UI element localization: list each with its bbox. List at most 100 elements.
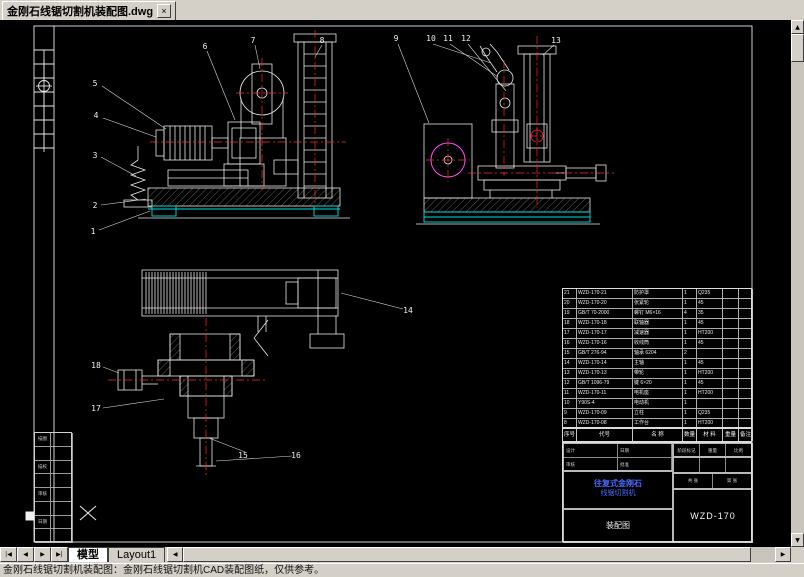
- part-cell: WZD-170-21: [577, 289, 633, 299]
- sheet-label: 共 张: [674, 474, 713, 488]
- stage-label: 重量: [700, 444, 726, 456]
- callout-11: 11: [443, 34, 453, 43]
- side-cell: [35, 529, 51, 543]
- scroll-left-button[interactable]: ◀: [167, 547, 184, 562]
- part-cell: [697, 399, 723, 409]
- part-cell: [723, 359, 739, 369]
- file-tab-title: 金刚石线锯切割机装配图.dwg: [7, 6, 154, 18]
- part-cell: 13: [563, 369, 577, 379]
- part-cell: 1: [683, 329, 697, 339]
- part-cell: [739, 299, 753, 309]
- part-cell: WZD-170-20: [577, 299, 633, 309]
- cad-application-window: 金刚石线锯切割机装配图.dwg × 1 2 3 4 5 6 7 8 9 10 1…: [0, 0, 804, 577]
- side-cell: [51, 488, 73, 502]
- part-cell: [739, 379, 753, 389]
- stage-values: [673, 457, 753, 473]
- part-cell: [739, 389, 753, 399]
- part-cell: [723, 319, 739, 329]
- view-side-centerlines: [426, 36, 614, 208]
- side-cell: [35, 474, 51, 488]
- part-cell: GB/T 276-94: [577, 349, 633, 359]
- part-cell: [739, 349, 753, 359]
- part-cell: 2: [683, 349, 697, 359]
- part-cell: [723, 399, 739, 409]
- last-tab-button[interactable]: ▶|: [51, 547, 68, 562]
- side-cell: [51, 501, 73, 516]
- part-cell: 10: [563, 399, 577, 409]
- part-cell: 防护罩: [633, 289, 683, 299]
- part-cell: [739, 409, 753, 419]
- part-cell: [723, 339, 739, 349]
- leader-lines: [98, 43, 555, 462]
- header-cell: 名 称: [633, 429, 683, 441]
- part-cell: 收线筒: [633, 339, 683, 349]
- callout-3: 3: [92, 151, 98, 160]
- vertical-scroll-thumb[interactable]: [791, 34, 804, 62]
- scroll-right-button[interactable]: ▶: [775, 547, 791, 562]
- first-tab-button[interactable]: |◀: [0, 547, 17, 562]
- part-cell: [723, 369, 739, 379]
- tab-layout1[interactable]: Layout1: [108, 547, 166, 562]
- part-cell: HT200: [697, 369, 723, 379]
- sign-label: 批准: [618, 458, 672, 470]
- parts-list-header: 序号 代号 名 称 数量 材 料 重量 备注: [562, 428, 753, 442]
- drawing-title-line1: 往复式金刚石: [594, 479, 642, 488]
- part-cell: [739, 369, 753, 379]
- part-cell: Y90S-4: [577, 399, 633, 409]
- part-cell: [723, 409, 739, 419]
- file-tab[interactable]: 金刚石线锯切割机装配图.dwg ×: [2, 1, 177, 21]
- part-cell: [723, 329, 739, 339]
- parts-list-table: 21 WZD-170-21 防护罩 1 Q235 20 WZD-170-20 张…: [562, 288, 753, 429]
- callout-14: 14: [403, 306, 413, 315]
- vertical-scrollbar[interactable]: ▲ ▼: [791, 20, 804, 547]
- part-cell: Q235: [697, 409, 723, 419]
- status-text: 金刚石线锯切割机装配图：金刚石线锯切割机CAD装配图纸，仅供参考。: [3, 565, 325, 576]
- part-cell: [739, 399, 753, 409]
- part-cell: 45: [697, 339, 723, 349]
- callout-5: 5: [92, 79, 98, 88]
- part-cell: 1: [683, 379, 697, 389]
- part-cell: 35: [697, 309, 723, 319]
- part-cell: 45: [697, 299, 723, 309]
- part-cell: WZD-170-17: [577, 329, 633, 339]
- document-type: 装配图: [563, 509, 673, 543]
- layout-tab-bar: |◀ ◀ ▶ ▶| 模型 Layout1 ◀ ▶: [0, 547, 804, 563]
- side-cell: [35, 446, 51, 461]
- horizontal-scroll-thumb[interactable]: [183, 547, 752, 562]
- callout-12: 12: [461, 34, 471, 43]
- part-cell: 18: [563, 319, 577, 329]
- next-tab-button[interactable]: ▶: [34, 547, 51, 562]
- scroll-up-button[interactable]: ▲: [791, 20, 804, 34]
- part-cell: 带轮: [633, 369, 683, 379]
- part-cell: 14: [563, 359, 577, 369]
- drawing-canvas[interactable]: 1 2 3 4 5 6 7 8 9 10 11 12 13 14 15 16 1…: [0, 20, 791, 547]
- view-side: [416, 43, 607, 225]
- part-cell: 20: [563, 299, 577, 309]
- stage-label: 阶段标记: [674, 444, 700, 456]
- stage-value: [674, 458, 700, 472]
- file-tab-bar: 金刚石线锯切割机装配图.dwg ×: [0, 0, 804, 21]
- part-cell: [723, 309, 739, 319]
- part-cell: 21: [563, 289, 577, 299]
- part-cell: 1: [683, 339, 697, 349]
- callout-2: 2: [92, 201, 98, 210]
- part-cell: 19: [563, 309, 577, 319]
- part-cell: 45: [697, 359, 723, 369]
- close-tab-button[interactable]: ×: [157, 4, 172, 18]
- stage-label: 比例: [726, 444, 752, 456]
- part-cell: GB/T 70-2000: [577, 309, 633, 319]
- part-cell: Q235: [697, 289, 723, 299]
- side-cell: [51, 515, 73, 530]
- side-label: 日期: [35, 515, 51, 530]
- part-cell: 4: [683, 309, 697, 319]
- tab-model[interactable]: 模型: [68, 547, 108, 562]
- title-block: 设计 日期 审核 批准 往复式金刚石 线锯切割机 装配图 阶段标记 重量 比例: [562, 442, 753, 543]
- callout-9: 9: [393, 34, 399, 43]
- part-cell: 螺钉 M6×16: [633, 309, 683, 319]
- part-cell: GB/T 1096-79: [577, 379, 633, 389]
- callout-10: 10: [426, 34, 436, 43]
- horizontal-scrollbar[interactable]: ◀ ▶: [167, 547, 804, 562]
- prev-tab-button[interactable]: ◀: [17, 547, 34, 562]
- scroll-down-button[interactable]: ▼: [791, 533, 804, 547]
- part-cell: 17: [563, 329, 577, 339]
